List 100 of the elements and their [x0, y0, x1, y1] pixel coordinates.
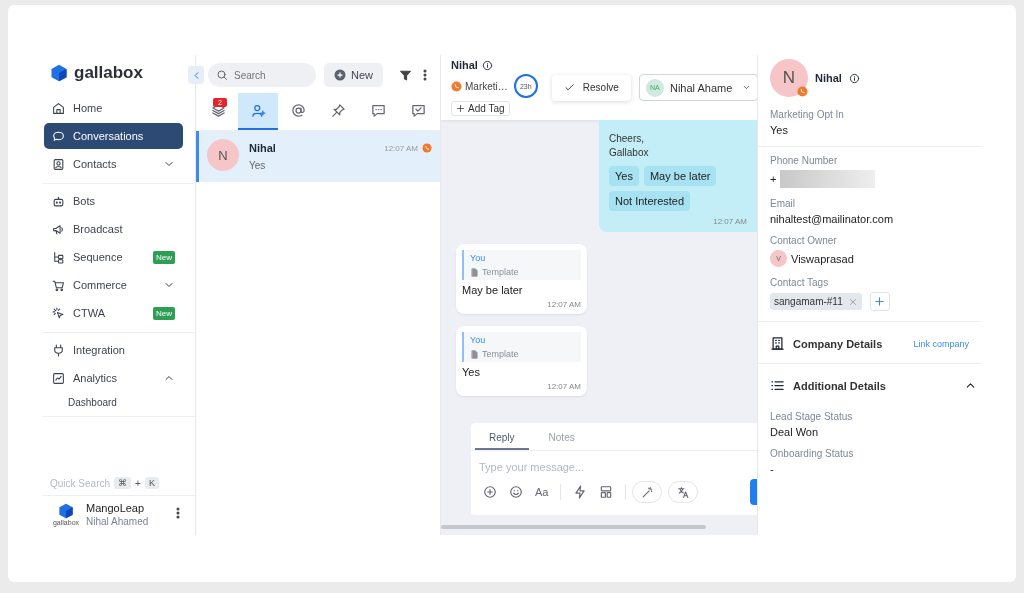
quote-label: Template: [482, 349, 519, 359]
field-label: Marketing Opt In: [770, 109, 845, 120]
chevron-down-icon: [741, 83, 751, 92]
cart-icon: [52, 278, 65, 292]
nav-item[interactable]: Contacts: [44, 151, 183, 177]
field-value: Deal Won: [770, 426, 820, 438]
add-tag-button[interactable]: Add Tag: [451, 101, 510, 116]
user-plus-icon: [250, 103, 266, 118]
plus-icon: [456, 104, 465, 113]
lightning-icon: [573, 485, 588, 499]
layout-icon: [599, 485, 614, 499]
field-label: Lead Stage Status: [770, 411, 854, 422]
nav-item[interactable]: Bots: [44, 188, 183, 214]
nav-item[interactable]: Analytics: [44, 365, 183, 391]
message-check-icon: [410, 103, 426, 118]
format-button[interactable]: Aa: [535, 486, 549, 498]
building-icon: [770, 336, 785, 351]
brand-name: gallabox: [74, 63, 143, 83]
nav-item[interactable]: Integration: [44, 337, 183, 363]
quote-author: You: [470, 335, 487, 345]
logo-icon: [50, 64, 68, 82]
field-label: Contact Tags: [770, 277, 830, 288]
whatsapp-icon: [422, 143, 432, 153]
plus-icon: [874, 296, 886, 307]
plug-icon: [52, 343, 65, 357]
check-icon: [563, 82, 575, 93]
smile-icon: [509, 485, 523, 499]
filter-tab[interactable]: [238, 93, 278, 130]
link-company-link[interactable]: Link company: [913, 338, 969, 349]
remove-tag-button[interactable]: [847, 296, 858, 307]
user-name: Nihal Ahamed: [86, 516, 150, 527]
channel-name: Marketi…: [465, 80, 508, 92]
contact-name: Nihal: [451, 59, 478, 71]
send-button[interactable]: [750, 479, 757, 505]
click-icon: [52, 306, 65, 320]
composer-box[interactable]: Reply Notes Type your message... Aa: [471, 423, 757, 515]
message-text: May be later: [462, 284, 524, 296]
filter-icon: [399, 68, 412, 82]
message-text: Yes: [462, 366, 481, 378]
message-time: 12:07 AM: [713, 217, 747, 226]
list-icon: [770, 378, 785, 393]
nav-item[interactable]: Home: [44, 95, 183, 121]
nav-item[interactable]: Conversations: [44, 123, 183, 149]
megaphone-icon: [52, 222, 65, 236]
info-icon: [481, 59, 493, 71]
field-value: nihaltest@mailinator.com: [770, 213, 895, 225]
quick-reply-button[interactable]: Not Interested: [609, 191, 691, 211]
home-icon: [52, 101, 65, 115]
translate-icon: [676, 485, 690, 499]
message-preview: Yes: [249, 160, 267, 171]
translate-button[interactable]: [668, 481, 699, 503]
quote-author: You: [470, 253, 487, 263]
field-label: Phone Number: [770, 155, 839, 166]
nav-subitem[interactable]: Dashboard: [42, 393, 195, 412]
avatar: N: [207, 139, 239, 171]
message-time: 12:07 AM: [384, 143, 418, 153]
quick-search-label: Quick Search: [50, 477, 111, 489]
filter-button[interactable]: [399, 68, 412, 82]
search-icon: [216, 69, 228, 81]
chart-icon: [52, 371, 65, 385]
message-time: 12:07 AM: [547, 300, 581, 309]
nav-item[interactable]: Broadcast: [44, 216, 183, 242]
plus-circle-icon: [334, 69, 346, 81]
info-icon: [848, 72, 860, 84]
close-icon: [847, 296, 858, 307]
plus-sign: +: [135, 477, 141, 489]
document-icon: [470, 267, 479, 277]
field-label: Email: [770, 198, 796, 209]
resolve-button[interactable]: Resolve: [551, 74, 631, 101]
whatsapp-icon: [797, 86, 808, 97]
new-badge: New: [153, 250, 175, 264]
conversation-item[interactable]: N Nihal 12:07 AM Yes: [196, 131, 440, 182]
field-label: Contact Owner: [770, 235, 838, 246]
field-value: Viswaprasad: [791, 252, 854, 265]
robot-icon: [52, 194, 65, 208]
avatar: N: [770, 59, 808, 97]
search-field[interactable]: Search: [208, 63, 316, 87]
new-button[interactable]: New: [324, 63, 383, 87]
field-value: +: [770, 173, 777, 185]
magic-wand-button[interactable]: [632, 481, 663, 503]
message-text: Cheers, Gallabox: [609, 132, 650, 160]
tag-chip: sangamam-#11: [770, 293, 862, 310]
new-badge: New: [153, 306, 175, 320]
contact-name: Nihal: [249, 142, 277, 154]
message-icon: [370, 103, 386, 118]
quick-reply-button[interactable]: May be later: [643, 166, 717, 186]
document-icon: [470, 349, 479, 359]
quick-reply-button[interactable]: Yes: [609, 166, 639, 186]
nav-item[interactable]: Sequence New: [44, 244, 183, 270]
nav-item[interactable]: CTWA New: [44, 300, 183, 326]
nav-item[interactable]: Commerce: [44, 272, 183, 298]
add-tag-button[interactable]: [869, 292, 890, 311]
whatsapp-icon: [451, 80, 462, 92]
shortcut-key: ⌘: [114, 477, 132, 489]
contact-name: Nihal: [815, 72, 842, 84]
chat-bubble-icon: [52, 129, 65, 143]
section-title: Additional Details: [793, 379, 887, 392]
workspace-name: MangoLeap: [86, 502, 146, 514]
plus-circle-icon: [483, 485, 497, 499]
field-label: Onboarding Status: [770, 448, 855, 459]
